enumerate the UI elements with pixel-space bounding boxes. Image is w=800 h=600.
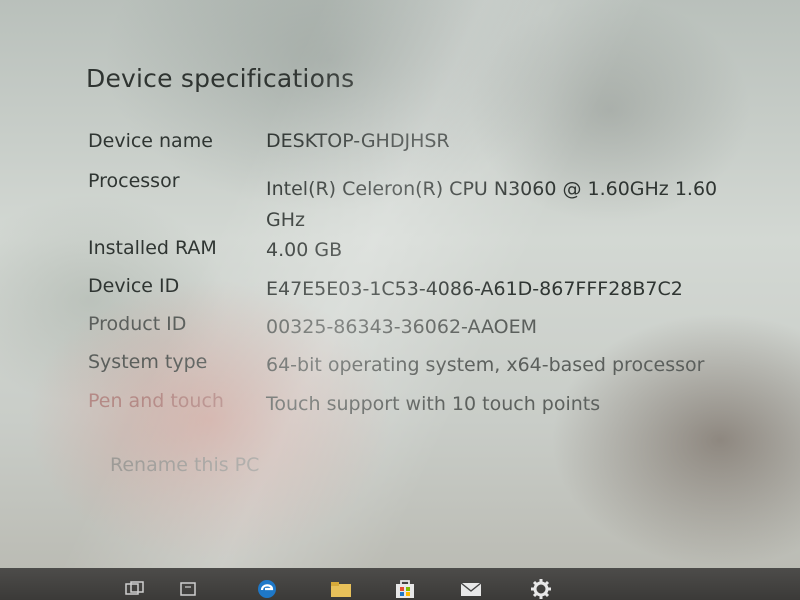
spec-label: Processor [88, 170, 180, 192]
spec-label: Installed RAM [88, 237, 217, 259]
store-icon[interactable] [394, 578, 416, 600]
spec-label: Device name [88, 130, 213, 152]
task-view-icon[interactable] [124, 578, 146, 600]
spec-value: Intel(R) Celeron(R) CPU N3060 @ 1.60GHz … [266, 178, 718, 231]
spec-label: Pen and touch [88, 390, 224, 412]
edge-browser-icon[interactable] [256, 578, 278, 600]
mail-icon[interactable] [460, 578, 482, 600]
taskbar [0, 568, 800, 600]
spec-value: 64-bit operating system, x64-based proce… [266, 354, 705, 376]
spec-value: DESKTOP-GHDJHSR [266, 130, 450, 152]
spec-value: 00325-86343-36062-AAOEM [266, 316, 538, 338]
spec-value: E47E5E03-1C53-4086-A61D-867FFF28B7C2 [266, 278, 683, 300]
spec-value: 4.00 GB [266, 239, 343, 261]
rename-pc-link[interactable]: Rename this PC [110, 454, 259, 476]
search-icon[interactable] [178, 578, 200, 600]
spec-value: Touch support with 10 touch points [266, 393, 601, 415]
spec-label: System type [88, 351, 208, 373]
settings-gear-icon[interactable] [530, 578, 552, 600]
spec-label: Device ID [88, 275, 180, 297]
page-title: Device specifications [86, 64, 355, 93]
file-explorer-icon[interactable] [330, 578, 352, 600]
device-specifications-panel: Device specifications Device name DESKTO… [0, 0, 800, 560]
spec-label: Product ID [88, 313, 187, 335]
